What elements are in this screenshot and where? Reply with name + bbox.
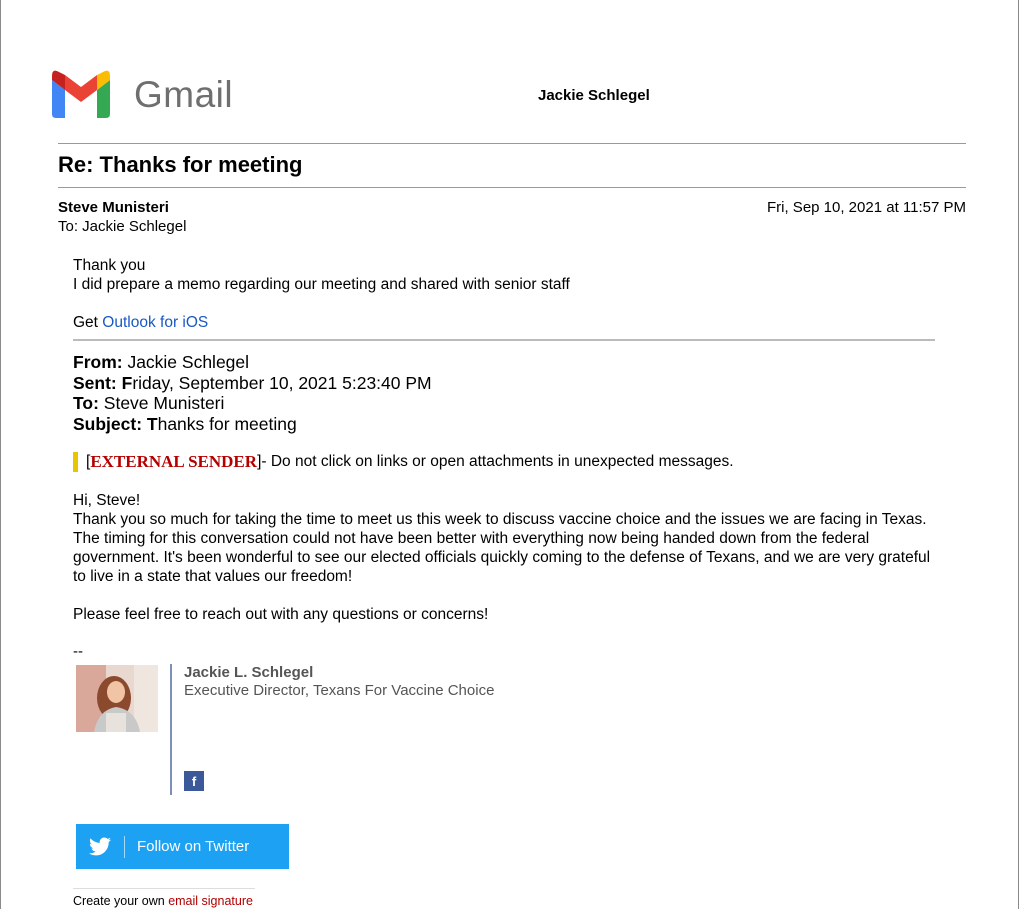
closing-line: Please feel free to reach out with any q… xyxy=(73,606,489,623)
quoted-from: From: Jackie Schlegel xyxy=(73,352,432,373)
reply-line: I did prepare a memo regarding our meeti… xyxy=(73,276,570,293)
quoted-to: To: Steve Munisteri xyxy=(73,393,432,414)
account-name: Jackie Schlegel xyxy=(538,87,650,104)
warning-text: - Do not click on links or open attachme… xyxy=(261,453,734,470)
gmail-logo-icon xyxy=(52,70,110,118)
create-signature-line: Create your own email signature xyxy=(73,894,253,908)
email-signature-link[interactable]: email signature xyxy=(168,894,253,908)
external-sender-warning: [EXTERNAL SENDER] - Do not click on link… xyxy=(73,452,734,472)
create-signature-divider xyxy=(73,888,255,889)
from-label: From: xyxy=(73,352,123,372)
subject-value: hanks for meeting xyxy=(157,413,297,434)
signature-separator: -- xyxy=(73,643,83,660)
recipient-line: To: Jackie Schlegel xyxy=(58,218,187,235)
twitter-bird-icon xyxy=(89,837,111,855)
original-message-body: Hi, Steve! Thank you so much for taking … xyxy=(73,491,943,624)
follow-on-twitter-button[interactable]: Follow on Twitter xyxy=(76,824,289,869)
signature-name: Jackie L. Schlegel xyxy=(184,664,314,681)
divider xyxy=(58,143,966,144)
subject-label: Subject: T xyxy=(73,413,158,434)
warning-bar xyxy=(73,452,78,472)
reply-body: Thank you I did prepare a memo regarding… xyxy=(73,256,943,332)
facebook-icon[interactable]: f xyxy=(184,771,204,791)
to-label: To: xyxy=(73,393,99,413)
twitter-button-separator xyxy=(124,835,125,858)
signature-divider xyxy=(170,664,172,795)
quoted-sent: Sent: Friday, September 10, 2021 5:23:40… xyxy=(73,373,432,394)
signature-photo xyxy=(76,665,158,732)
quoted-divider xyxy=(73,339,935,341)
quoted-subject: Subject: Thanks for meeting xyxy=(73,414,432,435)
message-paragraph: Thank you so much for taking the time to… xyxy=(73,511,931,585)
from-value: Jackie Schlegel xyxy=(122,352,250,372)
divider xyxy=(58,187,966,188)
reply-line: Thank you xyxy=(73,257,146,274)
get-outlook-prefix: Get xyxy=(73,314,103,331)
create-signature-prefix: Create your own xyxy=(73,894,169,908)
sent-value: riday, September 10, 2021 5:23:40 PM xyxy=(132,372,432,393)
email-subject: Re: Thanks for meeting xyxy=(58,152,303,177)
quoted-header: From: Jackie Schlegel Sent: Friday, Sept… xyxy=(73,352,432,434)
greeting: Hi, Steve! xyxy=(73,492,141,509)
outlook-ios-link[interactable]: Outlook for iOS xyxy=(102,314,208,331)
email-date: Fri, Sep 10, 2021 at 11:57 PM xyxy=(766,199,966,216)
to-value: Steve Munisteri xyxy=(98,393,225,413)
external-sender-tag: EXTERNAL SENDER xyxy=(90,452,258,471)
twitter-button-label: Follow on Twitter xyxy=(137,838,250,855)
sender-name: Steve Munisteri xyxy=(58,199,169,216)
get-outlook-line: Get Outlook for iOS xyxy=(73,313,943,332)
signature-title: Executive Director, Texans For Vaccine C… xyxy=(184,682,495,699)
gmail-logo-text: Gmail xyxy=(134,74,234,115)
sent-label: Sent: F xyxy=(73,372,133,393)
